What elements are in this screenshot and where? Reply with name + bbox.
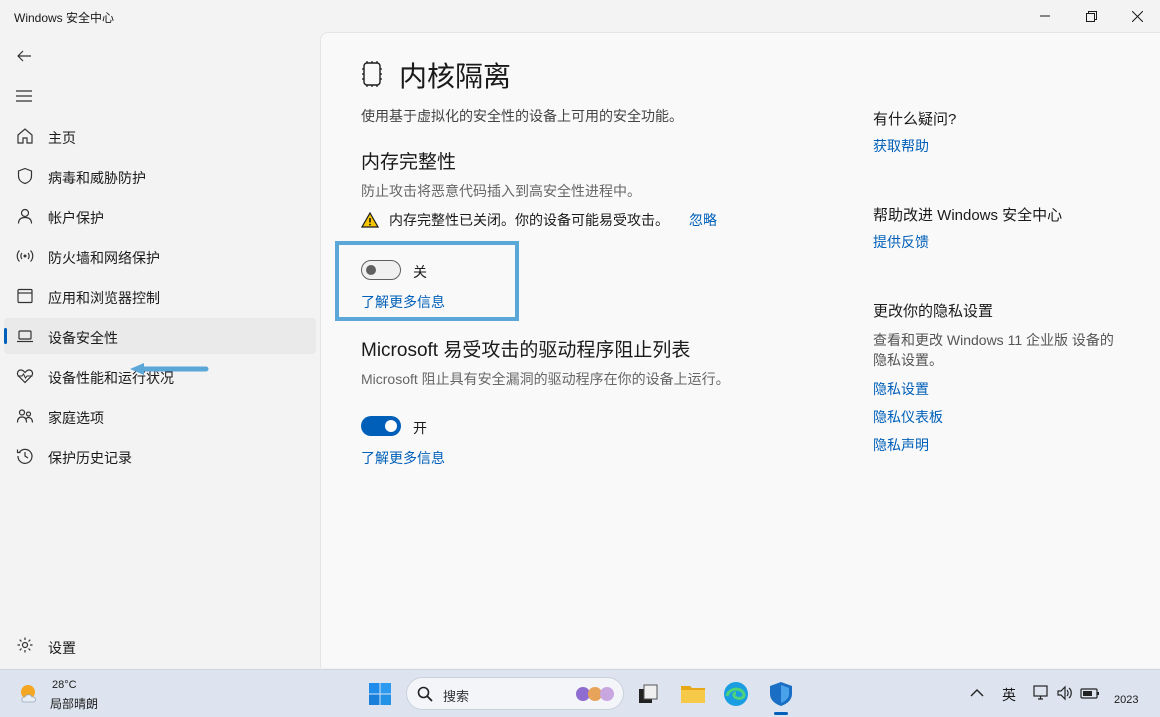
windows-security-taskbar-button[interactable] (765, 678, 797, 710)
nav-item-label: 应用和浏览器控制 (48, 290, 160, 306)
partly-sunny-icon (21, 685, 36, 703)
nav-item-label: 设备安全性 (48, 330, 118, 346)
nav-item-device-security[interactable]: 设备安全性 (4, 318, 316, 354)
ime-indicator[interactable]: 英 (1002, 685, 1016, 705)
driver-blocklist-learn-more-link[interactable]: 了解更多信息 (361, 448, 445, 468)
core-isolation-chip-icon (362, 61, 382, 87)
driver-blocklist-description: Microsoft 阻止具有安全漏洞的驱动程序在你的设备上运行。 (361, 371, 730, 387)
driver-blocklist-toggle-state: 开 (413, 420, 427, 436)
minimize-button[interactable] (1022, 0, 1068, 32)
back-arrow-icon (17, 50, 31, 62)
taskbar-search-box[interactable]: 搜索 (406, 677, 624, 710)
nav-item-label: 帐户保护 (48, 210, 104, 226)
memory-integrity-title: 内存完整性 (361, 152, 457, 173)
nav-item-app-browser-control[interactable]: 应用和浏览器控制 (4, 278, 316, 314)
nav-item-virus-protection[interactable]: 病毒和威胁防护 (4, 158, 316, 194)
network-icon[interactable] (1032, 684, 1050, 702)
main-content: 内核隔离 使用基于虚拟化的安全性的设备上可用的安全功能。 内存完整性 防止攻击将… (320, 32, 1160, 668)
feedback-link[interactable]: 提供反馈 (873, 232, 929, 252)
nav-item-home[interactable]: 主页 (4, 118, 316, 154)
settings-button[interactable]: 设置 (4, 632, 316, 660)
privacy-dashboard-link[interactable]: 隐私仪表板 (873, 407, 943, 427)
nav-item-account-protection[interactable]: 帐户保护 (4, 198, 316, 234)
battery-icon[interactable] (1080, 684, 1100, 702)
shield-icon (17, 167, 33, 185)
weather-temperature: 28°C (52, 679, 77, 691)
privacy-settings-link[interactable]: 隐私设置 (873, 379, 929, 399)
settings-label: 设置 (48, 640, 76, 656)
weather-condition: 局部晴朗 (50, 697, 99, 711)
chevron-up-icon[interactable] (970, 688, 984, 698)
memory-integrity-learn-more-link[interactable]: 了解更多信息 (361, 292, 445, 312)
restore-icon (1085, 10, 1097, 22)
driver-blocklist-title: Microsoft 易受攻击的驱动程序阻止列表 (361, 340, 691, 361)
home-icon (17, 128, 33, 144)
search-label: 搜索 (443, 689, 470, 704)
warning-icon (361, 212, 379, 228)
windows-security-shield-icon (770, 682, 792, 706)
driver-blocklist-toggle[interactable] (361, 416, 401, 436)
maximize-button[interactable] (1068, 0, 1114, 32)
privacy-statement-link[interactable]: 隐私声明 (873, 435, 929, 455)
wifi-signal-icon (16, 250, 34, 262)
toggle-knob (366, 265, 376, 275)
memory-integrity-description: 防止攻击将恶意代码插入到高安全性进程中。 (361, 183, 641, 199)
title-bar: Windows 安全中心 (0, 0, 1160, 32)
edge-icon (724, 682, 748, 706)
selection-indicator (4, 328, 7, 344)
history-icon (16, 448, 33, 464)
app-title: Windows 安全中心 (14, 11, 115, 25)
toggle-knob (385, 420, 397, 432)
privacy-text: 查看和更改 Windows 11 企业版 设备的隐私设置。 (873, 332, 1114, 368)
memory-integrity-toggle-state: 关 (413, 264, 427, 280)
improve-heading: 帮助改进 Windows 安全中心 (873, 207, 1063, 224)
person-icon (17, 208, 33, 224)
windows-logo-icon (369, 683, 391, 705)
taskbar-clock[interactable]: 2023 (1114, 694, 1138, 706)
nav-item-label: 主页 (48, 130, 76, 146)
nav-item-label: 保护历史记录 (48, 450, 132, 466)
page-title: 内核隔离 (399, 61, 512, 92)
warning-text: 内存完整性已关闭。你的设备可能易受攻击。 (389, 212, 669, 228)
start-button[interactable] (364, 678, 396, 710)
nav-item-family-options[interactable]: 家庭选项 (4, 398, 316, 434)
gear-icon (17, 637, 33, 653)
hamburger-menu-button[interactable] (10, 82, 38, 110)
close-button[interactable] (1114, 0, 1160, 32)
close-icon (1131, 10, 1143, 22)
navigation-pane: 主页 病毒和威胁防护 帐户保护 防火墙和网络保护 应用和浏览器控制 设备安全性 … (0, 32, 320, 668)
nav-item-label: 防火墙和网络保护 (48, 250, 160, 266)
nav-item-protection-history[interactable]: 保护历史记录 (4, 438, 316, 474)
questions-heading: 有什么疑问? (873, 111, 957, 128)
app-window-icon (17, 288, 33, 304)
folder-icon (681, 686, 705, 703)
annotation-arrow (130, 363, 209, 375)
family-icon (16, 409, 34, 423)
nav-item-label: 病毒和威胁防护 (48, 170, 146, 186)
file-explorer-button[interactable] (677, 678, 709, 710)
get-help-link[interactable]: 获取帮助 (873, 136, 929, 156)
active-app-indicator (774, 712, 788, 715)
nav-item-firewall[interactable]: 防火墙和网络保护 (4, 238, 316, 274)
minimize-icon (1040, 15, 1050, 17)
memory-integrity-warning: 内存完整性已关闭。你的设备可能易受攻击。 忽略 (361, 210, 717, 230)
page-description: 使用基于虚拟化的安全性的设备上可用的安全功能。 (361, 108, 683, 124)
search-icon (417, 686, 433, 702)
laptop-icon (17, 330, 33, 343)
nav-item-label: 家庭选项 (48, 410, 104, 426)
task-view-icon (639, 684, 658, 703)
privacy-heading: 更改你的隐私设置 (873, 303, 994, 320)
edge-browser-button[interactable] (720, 678, 752, 710)
volume-icon[interactable] (1056, 684, 1074, 702)
memory-integrity-toggle[interactable] (361, 260, 401, 280)
heart-pulse-icon (16, 369, 34, 384)
back-button[interactable] (10, 42, 38, 70)
task-view-button[interactable] (632, 678, 664, 710)
dismiss-link[interactable]: 忽略 (689, 210, 717, 230)
hamburger-icon (16, 90, 32, 102)
taskbar: 28°C 局部晴朗 搜索 英 2023 (0, 669, 1160, 717)
search-highlight-icon (576, 687, 614, 701)
